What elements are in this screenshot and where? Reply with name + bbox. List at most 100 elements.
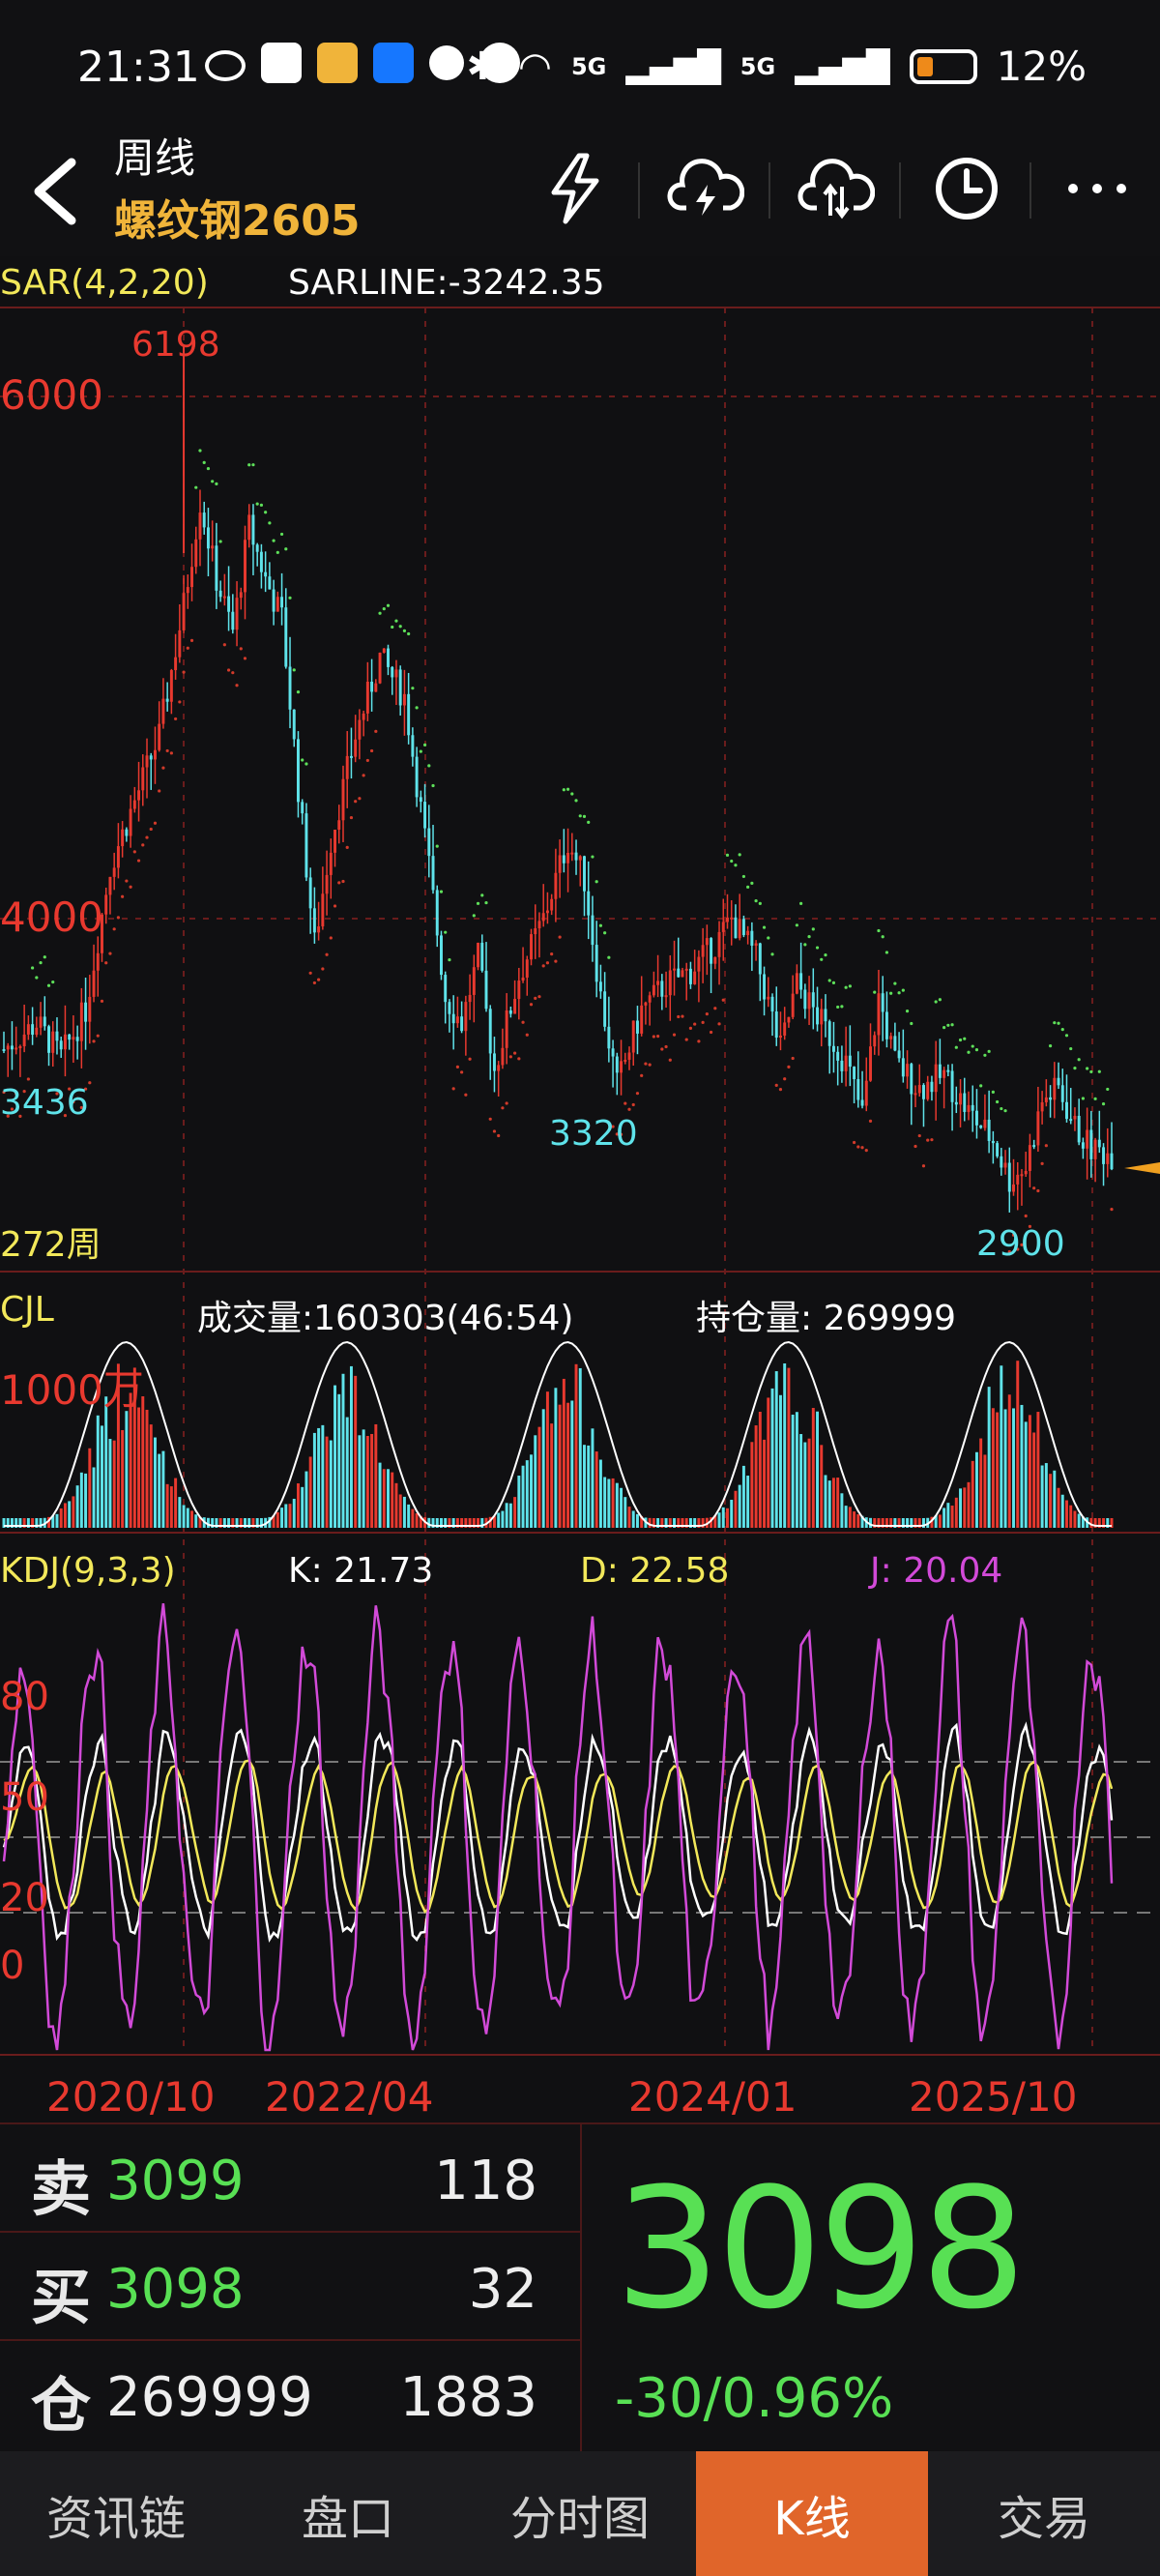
tab-news-chain[interactable]: 资讯链 [0,2451,232,2576]
volume-bar [186,1508,189,1528]
sar-dot [554,959,558,963]
more-button[interactable] [1054,145,1141,232]
status-time: 21:31 [77,43,200,92]
candle [656,981,660,985]
x-label-4: 2025/10 [909,2073,1078,2121]
volume-bar [717,1512,721,1528]
candle [881,993,884,1012]
sar-dot [660,1047,664,1051]
volume-bar [398,1494,402,1528]
candle [276,597,279,612]
candle [1102,1147,1106,1164]
candle [202,512,206,528]
candle [713,956,717,964]
sar-dot [476,901,480,905]
sar-dot [974,1048,979,1052]
back-button[interactable] [23,153,101,230]
kdj-level-80: 80 [0,1675,49,1719]
sar-dot [439,890,444,893]
sar-dot [215,482,218,485]
candle [869,1046,872,1081]
candle [398,669,402,706]
candle [186,587,189,594]
candle [284,607,288,667]
candle [611,1048,615,1057]
sar-dot [194,485,198,489]
sar-dot [268,521,272,525]
cjl-indicator-label[interactable]: CJL [0,1290,54,1330]
kline-chart[interactable] [0,256,1160,2122]
sar-dot [709,1030,713,1035]
volume-bar [545,1391,549,1528]
candle [1024,1170,1028,1175]
volume-bar [971,1460,974,1528]
sar-dot [378,611,382,615]
candle [137,790,141,801]
battery-icon [909,48,977,84]
volume-bar [979,1438,983,1528]
sar-dot [897,991,901,995]
tab-kline[interactable]: K线 [696,2451,928,2576]
sar-dot [448,958,451,962]
sar-indicator-label[interactable]: SAR(4,2,20) [0,263,209,303]
sar-dot [889,991,893,995]
candle [444,975,448,1003]
tab-intraday[interactable]: 分时图 [464,2451,696,2576]
volume-bar [566,1402,570,1528]
sar-dot [492,1129,497,1133]
sar-dot [1000,1106,1003,1111]
sar-dot [415,706,419,710]
sar-dot [1106,1087,1110,1092]
sar-dot [1053,1021,1057,1025]
sar-dot [136,859,141,863]
sar-dot [464,1093,468,1097]
cloud-lightning-button[interactable] [662,145,749,232]
volume-bar [856,1514,860,1528]
candle [607,1026,611,1049]
candle [525,959,529,978]
flash-button[interactable] [532,145,619,232]
volume-bar [378,1462,382,1528]
sar-dot [31,966,35,970]
status-right: ✱ ◠ 5G ▂▄▆█ 5G ▂▄▆█ 12% [467,43,1087,90]
candle [831,1045,835,1052]
clock-button[interactable] [923,145,1010,232]
sar-dot [288,596,292,600]
volume-bar [534,1435,537,1528]
sar-dot [145,835,149,839]
volume-bar [96,1415,100,1528]
candle [754,943,758,946]
sar-dot [844,985,848,989]
sar-dot [1097,1069,1101,1073]
sar-dot [505,1101,508,1105]
candle [950,1070,954,1102]
candle [620,1061,624,1073]
cloud-sync-button[interactable] [793,145,880,232]
sar-dot [717,1022,721,1026]
volume-bar [754,1425,758,1528]
sell-row[interactable]: 卖 3099 118 [0,2122,580,2233]
sar-dot [778,1088,783,1092]
volume-bar [631,1510,635,1528]
candle [96,952,100,971]
kdj-indicator-label[interactable]: KDJ(9,3,3) [0,1551,176,1591]
sar-dot [308,971,312,975]
sar-dot [640,1073,644,1077]
volume-bar [853,1511,856,1528]
sar-dot [301,758,304,762]
x-label-3: 2024/01 [628,2073,798,2121]
sar-dot [799,901,803,905]
candle [108,876,112,895]
volume-bar [537,1426,541,1528]
candle [121,829,125,847]
tab-trade[interactable]: 交易 [928,2451,1160,2576]
volume-bar [370,1433,374,1528]
tab-order-book[interactable]: 盘口 [232,2451,464,2576]
candle [501,1047,505,1066]
volume-bar [374,1423,378,1528]
nav-divider [899,162,901,219]
candle [942,1069,946,1078]
buy-row[interactable]: 买 3098 32 [0,2231,580,2341]
sar-dot [681,1014,684,1018]
sar-dot [369,748,374,753]
